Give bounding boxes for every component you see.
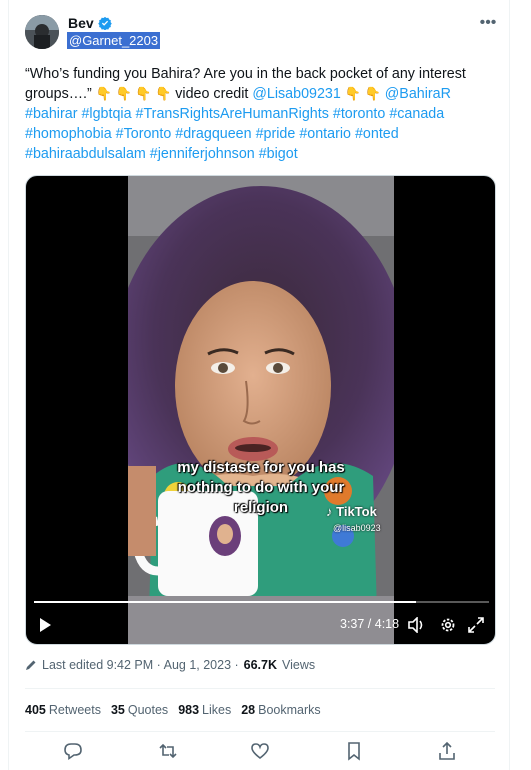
settings-gear-icon[interactable] [440,617,456,633]
quotes-stat[interactable]: 35 Quotes [111,703,168,717]
retweet-icon[interactable] [158,741,178,761]
video-player[interactable]: my distaste for you has nothing to do wi… [25,175,496,645]
hashtag-link[interactable]: #bahirar [25,106,77,122]
hashtag-link[interactable]: #onted [355,126,399,142]
views-label: Views [282,658,316,672]
divider [25,688,495,689]
hashtag-link[interactable]: #ontario [299,126,351,142]
bookmarks-label: Bookmarks [258,703,321,717]
bookmarks-stat[interactable]: 28 Bookmarks [241,703,320,717]
hashtag-link[interactable]: #canada [389,106,444,122]
retweets-label: Retweets [48,703,101,717]
tiktok-label: TikTok [336,504,377,519]
video-progress-bar[interactable] [34,601,489,603]
hashtag-link[interactable]: #jenniferjohnson [150,146,255,162]
bookmark-icon[interactable] [344,741,364,761]
share-icon[interactable] [437,741,457,761]
retweets-count: 405 [25,703,46,717]
author-name-row[interactable]: Bev [68,15,112,31]
hashtag-link[interactable]: #dragqueen [175,126,251,142]
quotes-count: 35 [110,703,125,717]
likes-count: 983 [178,703,200,717]
like-icon[interactable] [250,741,270,761]
author-display-name[interactable]: Bev [68,15,94,31]
avatar[interactable] [25,15,59,49]
hashtag-link[interactable]: #toronto [333,106,385,122]
tweet-action-bar [25,741,495,765]
fullscreen-icon[interactable] [468,617,484,633]
edit-pencil-icon [26,660,36,670]
tiktok-note-icon: ♪ [326,504,333,519]
volume-icon[interactable] [408,617,426,633]
video-caption-line: my distaste for you has [177,459,345,476]
hashtag-link[interactable]: #lgbtqia [81,106,131,122]
tiktok-watermark: ♪ TikTok [326,504,377,519]
verified-badge-icon [97,16,112,30]
mention-link[interactable]: @BahiraR [385,86,451,102]
avatar-image [25,15,59,49]
hashtag-link[interactable]: #Toronto [116,126,172,142]
hashtag-link[interactable]: #bigot [259,146,298,162]
engagement-stats: 405 Retweets 35 Quotes 983 Likes 28 Bookmark… [25,703,321,717]
reply-icon[interactable] [63,741,83,761]
video-frame[interactable]: my distaste for you has nothing to do wi… [128,176,394,644]
divider [25,731,495,732]
tweet-text: “Who’s funding you Bahira? Are you in th… [25,64,495,164]
views-count: 66.7K [243,658,278,672]
hashtag-link[interactable]: #pride [256,126,296,142]
pointing-down-emoji-icon: 👇 👇 [344,86,381,101]
video-caption-line: nothing to do with your [177,479,345,496]
edited-label[interactable]: Last edited 9:42 PM · Aug 1, 2023 · [42,658,239,672]
video-time: 3:37 / 4:18 [340,617,400,631]
likes-stat[interactable]: 983 Likes [178,703,231,717]
pointing-down-emoji-icon: 👇 👇 👇 👇 [95,86,172,101]
hashtag-link[interactable]: #homophobia [25,126,112,142]
retweets-stat[interactable]: 405 Retweets [25,703,101,717]
hashtag-link[interactable]: #TransRightsAreHumanRights [136,106,329,122]
tweet-meta: Last edited 9:42 PM · Aug 1, 2023 · 66.7… [25,658,315,672]
tiktok-handle: @lisab0923 [333,523,381,533]
author-handle[interactable]: @Garnet_2203 [67,32,161,49]
mention-link[interactable]: @Lisab09231 [252,86,340,102]
hashtag-link[interactable]: #bahiraabdulsalam [25,146,146,162]
more-options-icon[interactable]: ••• [478,14,498,31]
quotes-label: Quotes [127,703,169,717]
likes-label: Likes [202,703,232,717]
tweet-text-credit: video credit [171,86,253,102]
video-progress-fill [34,601,417,603]
play-icon[interactable] [38,617,52,633]
bookmarks-count: 28 [241,703,256,717]
video-still-image [128,176,394,644]
